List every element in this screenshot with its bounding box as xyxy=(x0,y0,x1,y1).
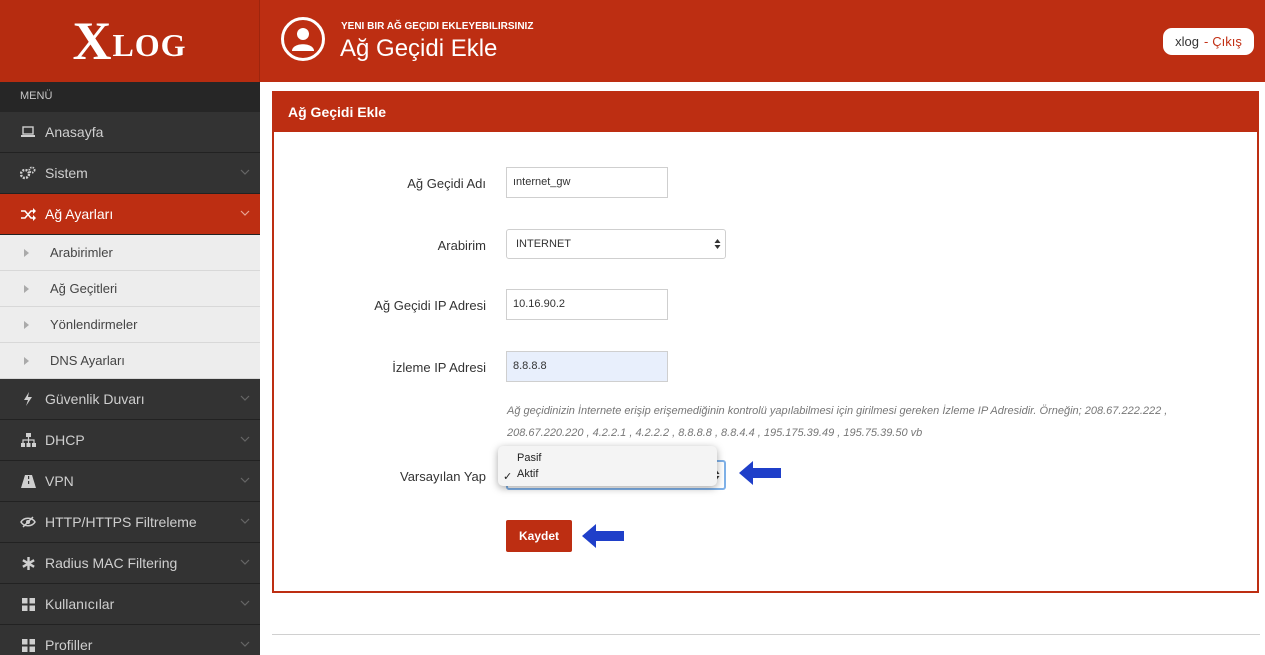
sidebar-item-ag-ayarlari[interactable]: Ağ Ayarları xyxy=(0,194,260,235)
sidebar-item-sistem[interactable]: Sistem xyxy=(0,153,260,194)
monitor-ip-help: Ağ geçidinizin İnternete erişip erişemed… xyxy=(507,405,1168,439)
sidebar-item-yonlendirmeler[interactable]: Yönlendirmeler xyxy=(0,307,260,343)
gateway-name-input[interactable]: ınternet_gw xyxy=(506,167,668,198)
sidebar-item-label: Anasayfa xyxy=(45,124,104,140)
sidebar-item-arabirimler[interactable]: Arabirimler xyxy=(0,235,260,271)
bolt-icon xyxy=(20,391,36,407)
chevron-down-icon xyxy=(240,210,250,216)
xlog-logo[interactable]: X LOG xyxy=(0,0,260,82)
sidebar-item-guvenlik-duvari[interactable]: Güvenlik Duvarı xyxy=(0,379,260,420)
monitor-ip-label: İzleme IP Adresi xyxy=(392,360,486,375)
sidebar-item-radius-mac[interactable]: Radius MAC Filtering xyxy=(0,543,260,584)
gateway-form-panel: Ağ Geçidi Ekle xyxy=(272,91,1259,593)
user-circle-icon xyxy=(281,17,325,61)
sidebar-item-label: Radius MAC Filtering xyxy=(45,555,178,571)
monitor-ip-input[interactable]: 8.8.8.8 xyxy=(506,351,668,382)
road-icon xyxy=(20,473,36,489)
page-title: Ağ Geçidi Ekle xyxy=(340,35,498,62)
sidebar-item-label: Profiller xyxy=(45,637,93,653)
checkmark-icon: ✓ xyxy=(503,471,513,483)
sidebar-item-anasayfa[interactable]: Anasayfa xyxy=(0,112,260,153)
chevron-down-icon xyxy=(240,600,250,606)
sidebar-item-label: Kullanıcılar xyxy=(45,596,115,612)
shuffle-icon xyxy=(20,206,36,222)
asterisk-icon xyxy=(20,555,36,571)
submenu-ag-ayarlari: Arabirimler Ağ Geçitleri Yönlendirmeler … xyxy=(0,235,260,379)
sidebar-item-label: Güvenlik Duvarı xyxy=(45,391,145,407)
interface-select-value: INTERNET xyxy=(516,238,571,250)
user-menu: xlog - Çıkış xyxy=(1163,28,1254,55)
top-bar: X LOG YENI BIR AĞ GEÇIDI EKLEYEBILIRSINIZ… xyxy=(0,0,1265,82)
select-arrows-icon xyxy=(714,239,721,249)
chevron-down-icon xyxy=(240,169,250,175)
chevron-down-icon xyxy=(240,518,250,524)
sidebar: MENÜ Anasayfa Sistem Ağ Ayarları Arabiri… xyxy=(0,82,260,655)
caret-right-icon xyxy=(24,284,29,293)
sidebar-item-vpn[interactable]: VPN xyxy=(0,461,260,502)
chevron-down-icon xyxy=(240,559,250,565)
caret-right-icon xyxy=(24,320,29,329)
option-aktif[interactable]: Aktif xyxy=(517,468,538,480)
chevron-down-icon xyxy=(240,477,250,483)
separator: - xyxy=(1203,34,1209,49)
default-select-popup: Pasif ✓ Aktif xyxy=(498,446,717,486)
sidebar-item-label: VPN xyxy=(45,473,74,489)
arrow-left-icon xyxy=(739,461,781,485)
sidebar-item-label: HTTP/HTTPS Filtreleme xyxy=(45,514,197,530)
eye-slash-icon xyxy=(20,514,36,530)
sidebar-item-label: Sistem xyxy=(45,165,88,181)
save-button[interactable]: Kaydet xyxy=(506,520,572,552)
interface-select[interactable]: INTERNET xyxy=(506,229,726,259)
default-label: Varsayılan Yap xyxy=(400,469,486,484)
chevron-down-icon xyxy=(240,641,250,647)
page-subtitle: YENI BIR AĞ GEÇIDI EKLEYEBILIRSINIZ xyxy=(341,21,534,32)
sidebar-item-http-filtreleme[interactable]: HTTP/HTTPS Filtreleme xyxy=(0,502,260,543)
caret-right-icon xyxy=(24,248,29,257)
sidebar-item-label: Ağ Ayarları xyxy=(45,206,114,222)
sidebar-item-dhcp[interactable]: DHCP xyxy=(0,420,260,461)
arrow-left-icon xyxy=(582,524,624,548)
option-pasif[interactable]: Pasif xyxy=(517,452,541,464)
username[interactable]: xlog xyxy=(1175,34,1199,49)
logout-link[interactable]: Çıkış xyxy=(1212,34,1242,49)
gateway-ip-input[interactable]: 10.16.90.2 xyxy=(506,289,668,320)
chevron-down-icon xyxy=(240,395,250,401)
grid-icon xyxy=(20,596,36,612)
sidebar-item-profiller[interactable]: Profiller xyxy=(0,625,260,655)
interface-label: Arabirim xyxy=(437,238,486,253)
grid-icon xyxy=(20,637,36,653)
sidebar-item-dns-ayarlari[interactable]: DNS Ayarları xyxy=(0,343,260,379)
gateway-name-label: Ağ Geçidi Adı xyxy=(407,176,486,191)
sidebar-item-kullanicilar[interactable]: Kullanıcılar xyxy=(0,584,260,625)
sidebar-item-ag-gecitleri[interactable]: Ağ Geçitleri xyxy=(0,271,260,307)
caret-right-icon xyxy=(24,356,29,365)
sidebar-item-label: DHCP xyxy=(45,432,85,448)
menu-header: MENÜ xyxy=(0,82,260,112)
sitemap-icon xyxy=(20,432,36,448)
chevron-down-icon xyxy=(240,436,250,442)
gateway-ip-label: Ağ Geçidi IP Adresi xyxy=(374,298,486,313)
footer-divider xyxy=(272,634,1260,635)
panel-title: Ağ Geçidi Ekle xyxy=(274,93,1257,132)
laptop-icon xyxy=(20,124,36,140)
gears-icon xyxy=(20,165,36,181)
